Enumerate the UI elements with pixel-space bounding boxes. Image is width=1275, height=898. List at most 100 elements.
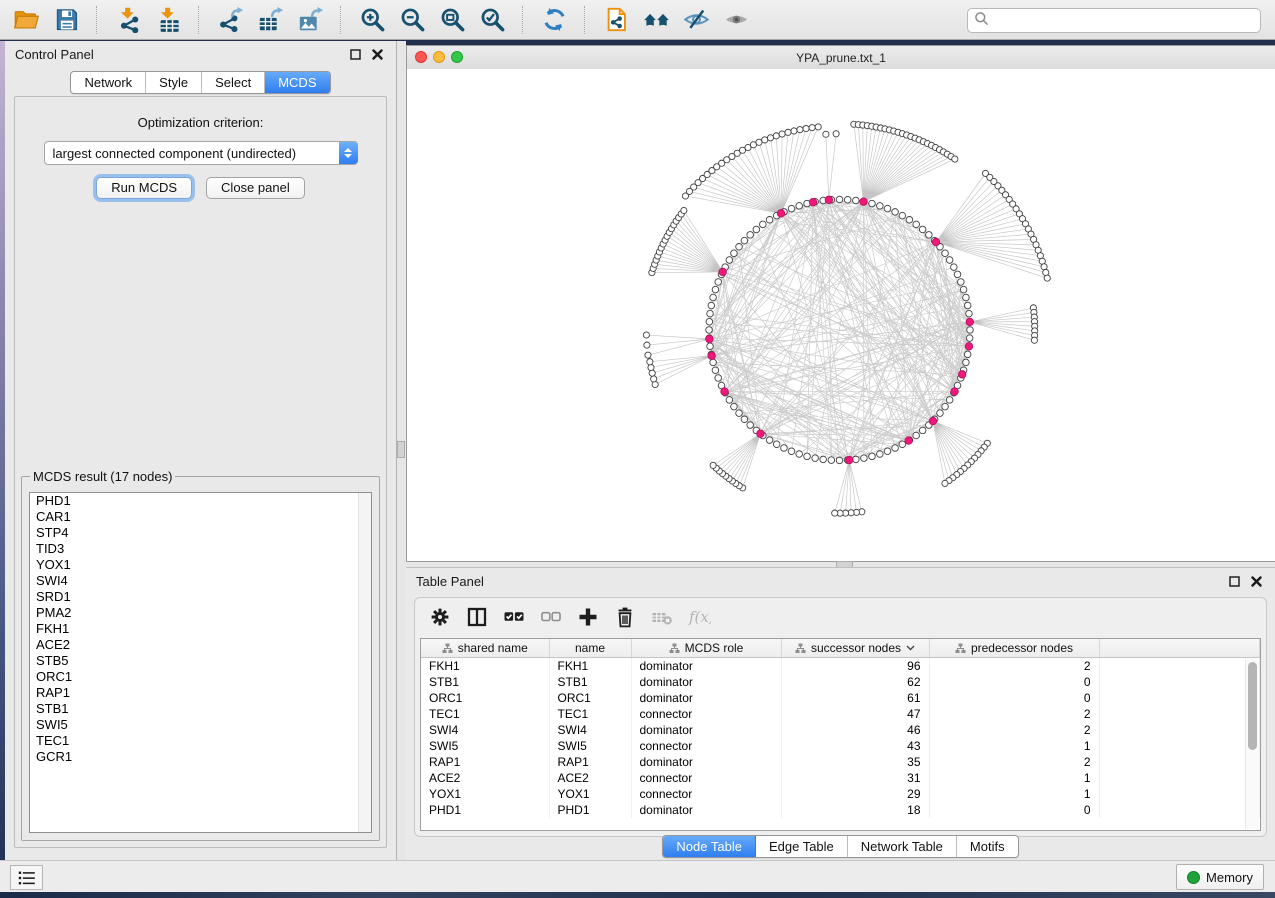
column-header-MCDS-role[interactable]: MCDS role [631, 639, 781, 658]
export-image-button[interactable] [292, 3, 328, 37]
cell-successor-nodes[interactable]: 43 [781, 738, 929, 754]
delete-column-button[interactable] [610, 602, 640, 632]
mcds-result-item[interactable]: STB5 [30, 653, 371, 669]
cell-MCDS-role[interactable]: connector [631, 706, 781, 722]
cell-MCDS-role[interactable]: dominator [631, 690, 781, 706]
scrollbar-thumb[interactable] [1248, 662, 1257, 750]
zoom-out-button[interactable] [394, 3, 430, 37]
table-row[interactable]: RAP1RAP1dominator352 [421, 754, 1260, 770]
network-titlebar[interactable]: YPA_prune.txt_1 [407, 46, 1275, 70]
hide-panel-button[interactable] [678, 3, 714, 37]
mcds-result-item[interactable]: FKH1 [30, 621, 371, 637]
table-row[interactable]: STB1STB1dominator620 [421, 674, 1260, 690]
network-canvas[interactable] [407, 69, 1275, 561]
mcds-result-list[interactable]: PHD1CAR1STP4TID3YOX1SWI4SRD1PMA2FKH1ACE2… [29, 492, 372, 833]
column-header-shared-name[interactable]: shared name [421, 639, 549, 658]
cell-MCDS-role[interactable]: connector [631, 786, 781, 802]
cell-successor-nodes[interactable]: 46 [781, 722, 929, 738]
float-panel-icon[interactable] [346, 45, 364, 63]
cell-shared-name[interactable]: PHD1 [421, 802, 549, 818]
frames-list-button[interactable] [10, 865, 43, 890]
cell-successor-nodes[interactable]: 62 [781, 674, 929, 690]
tab-network-table[interactable]: Network Table [848, 836, 957, 857]
window-maximize-button[interactable] [451, 51, 463, 63]
mcds-result-item[interactable]: PMA2 [30, 605, 371, 621]
mcds-result-item[interactable]: CAR1 [30, 509, 371, 525]
cell-name[interactable]: RAP1 [549, 754, 631, 770]
apply-layout-button[interactable] [536, 3, 572, 37]
cell-shared-name[interactable]: ORC1 [421, 690, 549, 706]
tab-mcds[interactable]: MCDS [265, 72, 329, 93]
network-graph[interactable] [407, 69, 1275, 561]
cell-shared-name[interactable]: FKH1 [421, 658, 549, 675]
table-row[interactable]: SWI4SWI4dominator462 [421, 722, 1260, 738]
run-mcds-button[interactable]: Run MCDS [96, 177, 192, 199]
cell-predecessor-nodes[interactable]: 2 [929, 722, 1099, 738]
export-network-button[interactable] [212, 3, 248, 37]
table-row[interactable]: YOX1YOX1connector291 [421, 786, 1260, 802]
mcds-result-item[interactable]: ACE2 [30, 637, 371, 653]
cell-shared-name[interactable]: SWI5 [421, 738, 549, 754]
cell-MCDS-role[interactable]: dominator [631, 722, 781, 738]
cell-shared-name[interactable]: STB1 [421, 674, 549, 690]
select-all-button[interactable] [499, 602, 529, 632]
float-panel-icon[interactable] [1225, 572, 1243, 590]
zoom-in-button[interactable] [354, 3, 390, 37]
search-network-button[interactable] [638, 3, 674, 37]
cell-MCDS-role[interactable]: dominator [631, 674, 781, 690]
cell-predecessor-nodes[interactable]: 1 [929, 786, 1099, 802]
cell-predecessor-nodes[interactable]: 1 [929, 770, 1099, 786]
deselect-all-button[interactable] [536, 602, 566, 632]
tab-style[interactable]: Style [146, 72, 202, 93]
import-network-button[interactable] [110, 3, 146, 37]
mcds-result-item[interactable]: ORC1 [30, 669, 371, 685]
mcds-result-item[interactable]: TEC1 [30, 733, 371, 749]
share-document-button[interactable] [598, 3, 634, 37]
save-session-button[interactable] [48, 3, 84, 37]
cell-predecessor-nodes[interactable]: 2 [929, 706, 1099, 722]
cell-successor-nodes[interactable]: 35 [781, 754, 929, 770]
close-panel-button[interactable]: Close panel [206, 177, 305, 199]
cell-name[interactable]: TEC1 [549, 706, 631, 722]
cell-successor-nodes[interactable]: 96 [781, 658, 929, 675]
search-input[interactable] [989, 12, 1254, 29]
cell-name[interactable]: PHD1 [549, 802, 631, 818]
mcds-result-item[interactable]: RAP1 [30, 685, 371, 701]
cell-shared-name[interactable]: TEC1 [421, 706, 549, 722]
close-panel-icon[interactable] [368, 45, 386, 63]
show-panel-button[interactable] [718, 3, 754, 37]
import-table-button[interactable] [150, 3, 186, 37]
cell-name[interactable]: ACE2 [549, 770, 631, 786]
cell-successor-nodes[interactable]: 29 [781, 786, 929, 802]
cell-name[interactable]: SWI4 [549, 722, 631, 738]
cell-predecessor-nodes[interactable]: 2 [929, 658, 1099, 675]
window-close-button[interactable] [415, 51, 427, 63]
criterion-dropdown[interactable]: largest connected component (undirected) [44, 141, 358, 165]
cell-predecessor-nodes[interactable]: 0 [929, 674, 1099, 690]
memory-button[interactable]: Memory [1176, 864, 1264, 890]
split-columns-button[interactable] [462, 602, 492, 632]
tab-edge-table[interactable]: Edge Table [756, 836, 848, 857]
cell-shared-name[interactable]: YOX1 [421, 786, 549, 802]
cell-MCDS-role[interactable]: connector [631, 770, 781, 786]
table-row[interactable]: ACE2ACE2connector311 [421, 770, 1260, 786]
close-panel-icon[interactable] [1247, 572, 1265, 590]
cell-name[interactable]: SWI5 [549, 738, 631, 754]
mcds-result-item[interactable]: YOX1 [30, 557, 371, 573]
tab-select[interactable]: Select [202, 72, 265, 93]
cell-name[interactable]: FKH1 [549, 658, 631, 675]
cell-MCDS-role[interactable]: dominator [631, 754, 781, 770]
tab-node-table[interactable]: Node Table [663, 836, 756, 857]
column-header-successor-nodes[interactable]: successor nodes [781, 639, 929, 658]
cell-predecessor-nodes[interactable]: 0 [929, 802, 1099, 818]
cell-successor-nodes[interactable]: 31 [781, 770, 929, 786]
cell-predecessor-nodes[interactable]: 0 [929, 690, 1099, 706]
table-scrollbar[interactable] [1245, 659, 1259, 829]
table-row[interactable]: TEC1TEC1connector472 [421, 706, 1260, 722]
mcds-list-scrollbar[interactable] [358, 493, 371, 832]
add-column-button[interactable] [573, 602, 603, 632]
cell-name[interactable]: ORC1 [549, 690, 631, 706]
column-header-name[interactable]: name [549, 639, 631, 658]
window-minimize-button[interactable] [433, 51, 445, 63]
splitter-grip[interactable] [397, 441, 405, 458]
